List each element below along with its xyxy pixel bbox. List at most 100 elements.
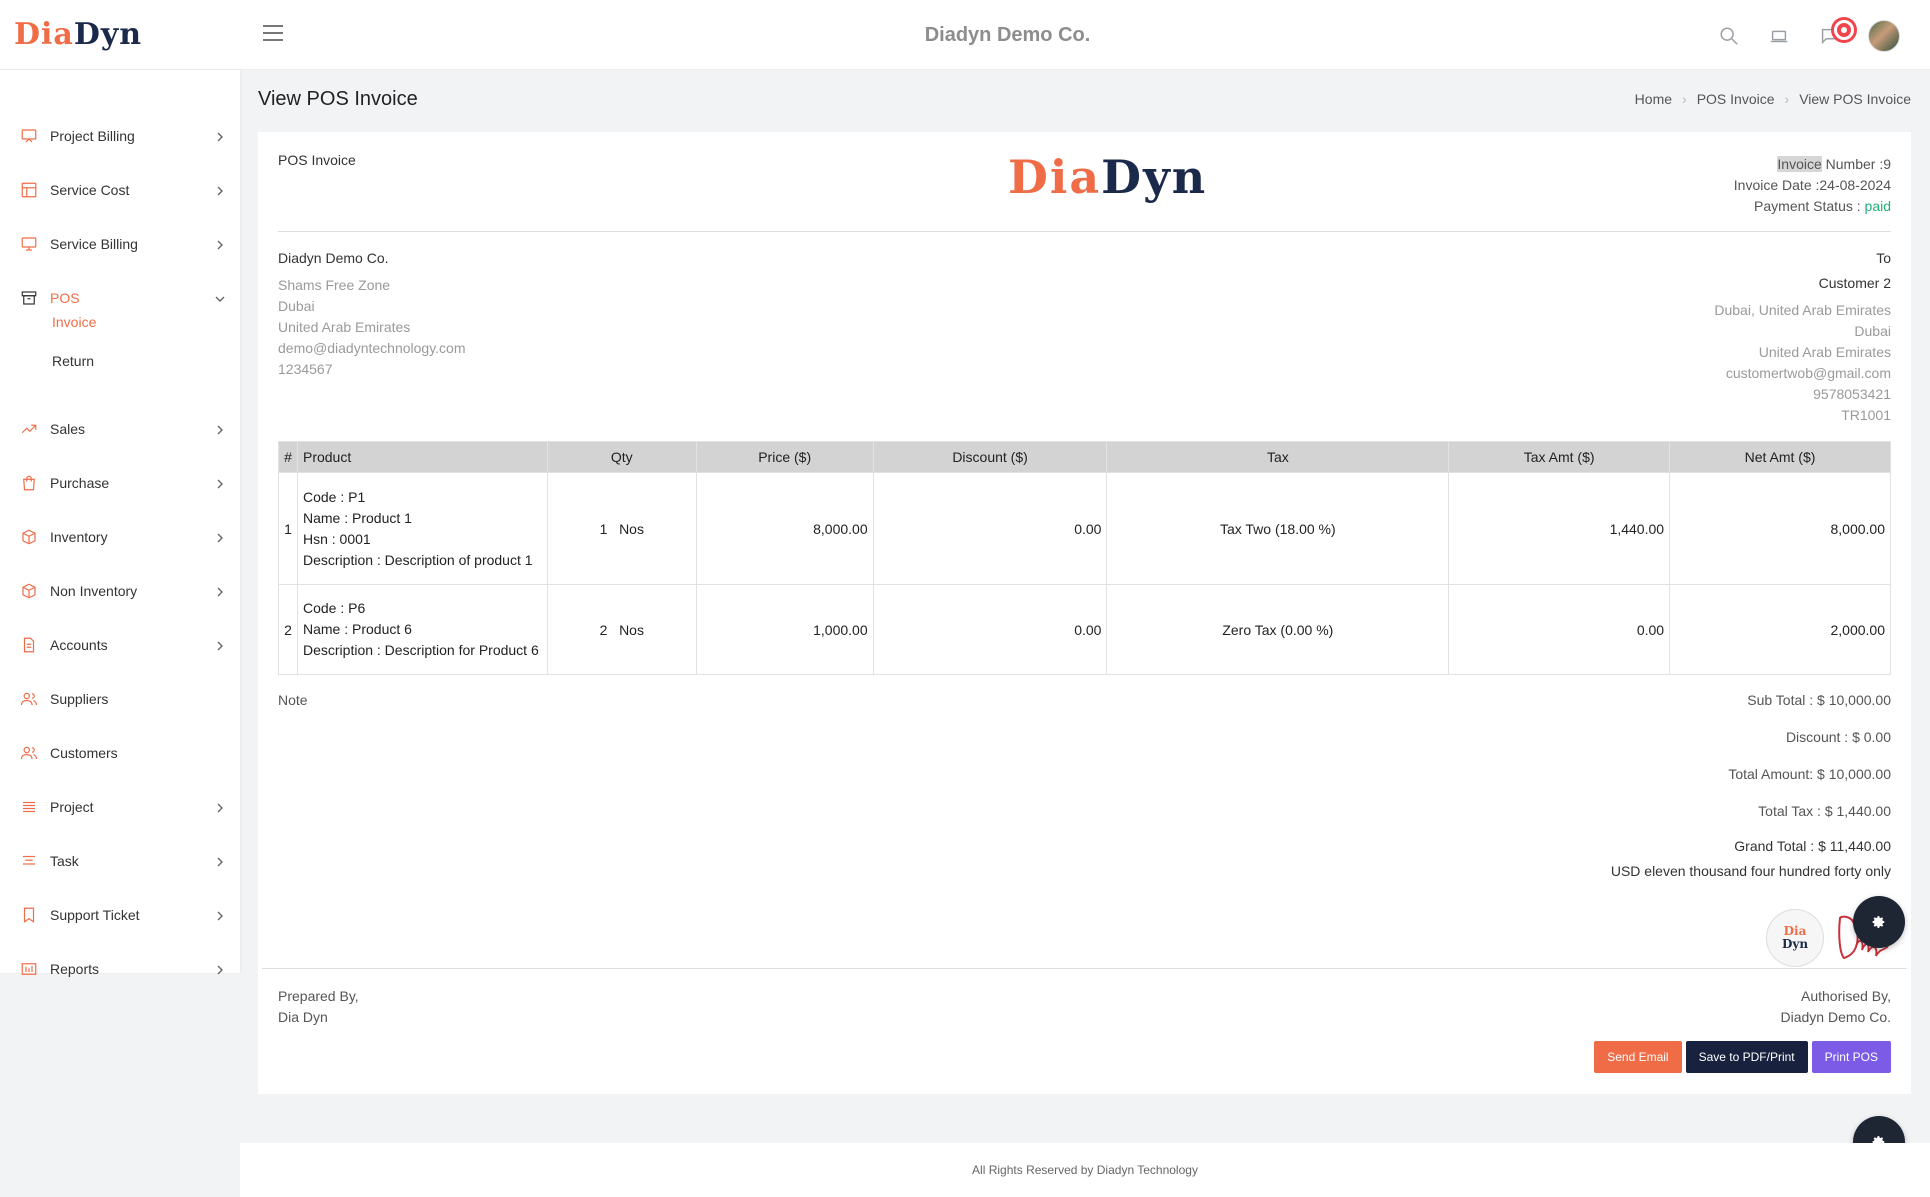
top-header: Dia Dyn Diadyn Demo Co.: [0, 0, 1930, 70]
qty-cell: 1 Nos: [546, 472, 697, 585]
laptop-icon[interactable]: [1768, 25, 1790, 47]
sidebar-item-label: Service Cost: [50, 182, 130, 198]
seller-address-line: Shams Free Zone: [278, 277, 391, 293]
sidebar-item-label: Accounts: [50, 637, 108, 653]
payment-status: Payment Status : paid: [1734, 196, 1891, 217]
trending-up-icon: [20, 420, 38, 438]
sidebar-item-task[interactable]: Task: [0, 841, 240, 881]
invoice-totals: Sub Total : $ 10,000.00 Discount : $ 0.0…: [1611, 692, 1891, 893]
tax-amount-cell: 1,440.00: [1448, 472, 1671, 585]
chevron-right-icon: [214, 130, 226, 142]
sidebar-subitem-return[interactable]: Return: [52, 353, 94, 369]
monitor-icon: [20, 235, 38, 253]
settings-gear-icon[interactable]: [1853, 896, 1905, 948]
chevron-right-icon: [214, 184, 226, 196]
sidebar-item-inventory[interactable]: Inventory: [0, 517, 240, 557]
invoice-number-value: Number :9: [1821, 156, 1891, 172]
qty-value: 2: [599, 621, 608, 638]
users-icon: [20, 690, 38, 708]
qty-cell: 2 Nos: [546, 584, 697, 675]
sidebar-item-project[interactable]: Project: [0, 787, 240, 827]
prepared-by-label: Prepared By,: [278, 988, 359, 1004]
invoice-card: POS Invoice DiaDyn Invoice Number :9 Inv…: [258, 132, 1911, 1094]
archive-icon: [20, 289, 38, 307]
user-avatar[interactable]: [1868, 20, 1900, 52]
sidebar: Project Billing Service Cost Service Bil…: [0, 70, 240, 977]
breadcrumb-home[interactable]: Home: [1635, 91, 1672, 107]
prepared-by-name: Dia Dyn: [278, 1009, 328, 1025]
file-text-icon: [20, 636, 38, 654]
sidebar-item-suppliers[interactable]: Suppliers: [0, 679, 240, 719]
list-icon: [20, 798, 38, 816]
print-pos-button[interactable]: Print POS: [1811, 1041, 1891, 1073]
sidebar-item-reports[interactable]: Reports: [0, 949, 240, 989]
sidebar-item-non-inventory[interactable]: Non Inventory: [0, 571, 240, 611]
company-title: Diadyn Demo Co.: [924, 24, 1091, 46]
sidebar-item-service-cost[interactable]: Service Cost: [0, 170, 240, 210]
box-icon: [20, 528, 38, 546]
table-row: 1 Code : P1 Name : Product 1 Hsn : 0001 …: [278, 472, 1891, 585]
customer-address-line: Dubai, United Arab Emirates: [1714, 302, 1891, 318]
users-icon: [20, 744, 38, 762]
authorised-by: Authorised By, Diadyn Demo Co.: [1781, 986, 1892, 1028]
action-buttons: Send Email Save to PDF/Print Print POS: [1594, 1041, 1891, 1073]
sidebar-subitem-invoice[interactable]: Invoice: [52, 314, 96, 330]
sidebar-item-label: Service Billing: [50, 236, 138, 252]
sidebar-item-label: Inventory: [50, 529, 108, 545]
price-cell: 8,000.00: [695, 472, 874, 585]
sidebar-item-accounts[interactable]: Accounts: [0, 625, 240, 665]
tax-cell: Tax Two (18.00 %): [1106, 472, 1450, 585]
row-number: 1: [278, 472, 298, 585]
chevron-right-icon: [214, 801, 226, 813]
net-amount-cell: 8,000.00: [1669, 472, 1891, 585]
chevron-right-icon: [214, 585, 226, 597]
sub-total: Sub Total : $ 10,000.00: [1747, 692, 1891, 708]
chevron-right-icon: [214, 477, 226, 489]
sidebar-item-customers[interactable]: Customers: [0, 733, 240, 773]
sidebar-item-pos[interactable]: POS: [0, 278, 240, 318]
align-center-icon: [20, 852, 38, 870]
seller-email: demo@diadyntechnology.com: [278, 340, 466, 356]
tax-amount-cell: 0.00: [1448, 584, 1671, 675]
sidebar-item-support-ticket[interactable]: Support Ticket: [0, 895, 240, 935]
total-amount: Total Amount: $ 10,000.00: [1728, 766, 1891, 782]
notification-icon[interactable]: [1818, 20, 1854, 47]
row-number: 2: [278, 584, 298, 675]
sidebar-item-label: Task: [50, 853, 79, 869]
search-icon[interactable]: [1718, 25, 1740, 47]
chevron-right-icon: [214, 423, 226, 435]
sidebar-item-label: Customers: [50, 745, 118, 761]
column-header: Qty: [546, 441, 697, 473]
price-cell: 1,000.00: [695, 584, 874, 675]
customer-trn: TR1001: [1841, 407, 1891, 423]
product-cell: Code : P1 Name : Product 1 Hsn : 0001 De…: [296, 472, 548, 585]
footer: All Rights Reserved by Diadyn Technology: [240, 1143, 1930, 1197]
to-label: To: [1876, 250, 1891, 266]
total-tax: Total Tax : $ 1,440.00: [1758, 803, 1891, 819]
authorised-by-label: Authorised By,: [1800, 988, 1891, 1004]
sidebar-item-label: Suppliers: [50, 691, 109, 707]
save-pdf-button[interactable]: Save to PDF/Print: [1685, 1041, 1808, 1073]
chevron-right-icon: [214, 909, 226, 921]
sidebar-item-label: Sales: [50, 421, 86, 437]
customer-name: Customer 2: [1818, 275, 1891, 291]
column-header: Tax: [1106, 441, 1450, 473]
prepared-by: Prepared By, Dia Dyn: [278, 986, 359, 1028]
stamp-logo-part2: Dyn: [1781, 937, 1809, 951]
sidebar-item-label: Project: [50, 799, 94, 815]
sidebar-item-sales[interactable]: Sales: [0, 409, 240, 449]
seller-city: Dubai: [278, 298, 315, 314]
send-email-button[interactable]: Send Email: [1594, 1041, 1682, 1073]
chevron-right-icon: [214, 639, 226, 651]
breadcrumb-pos-invoice[interactable]: POS Invoice: [1697, 91, 1775, 107]
chevron-right-icon: [214, 531, 226, 543]
table-header-row: # Product Qty Price ($) Discount ($) Tax…: [278, 441, 1891, 473]
qty-unit: Nos: [619, 621, 644, 638]
sidebar-item-service-billing[interactable]: Service Billing: [0, 224, 240, 264]
payment-status-badge: paid: [1864, 198, 1891, 214]
sidebar-item-project-billing[interactable]: Project Billing: [0, 116, 240, 156]
sidebar-item-purchase[interactable]: Purchase: [0, 463, 240, 503]
qty-unit: Nos: [619, 520, 644, 537]
breadcrumb-separator-icon: ›: [1784, 91, 1790, 107]
divider: [262, 968, 1907, 969]
